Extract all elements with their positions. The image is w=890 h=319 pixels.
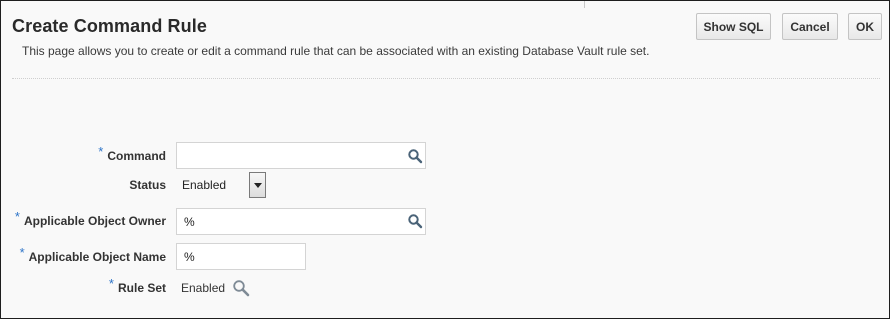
command-label: * Command [98,144,166,163]
rule-set-label-text: Rule Set [117,281,166,295]
status-label-text: Status [129,178,166,192]
show-sql-button[interactable]: Show SQL [696,13,771,40]
create-command-rule-page: Create Command Rule This page allows you… [0,0,890,319]
section-separator [12,78,880,79]
object-owner-label-text: Applicable Object Owner [23,214,166,228]
rule-set-value: Enabled [181,281,226,295]
object-name-input[interactable] [176,243,306,270]
page-title: Create Command Rule [12,16,207,36]
page-description: This page allows you to create or edit a… [22,44,650,58]
ok-button[interactable]: OK [848,13,882,40]
cancel-button[interactable]: Cancel [782,13,838,40]
search-icon[interactable] [407,148,423,164]
chevron-down-icon[interactable] [249,172,266,198]
required-marker: * [19,245,25,260]
required-marker: * [108,276,114,291]
command-input[interactable] [176,142,426,169]
required-marker: * [14,209,20,224]
search-icon[interactable] [407,213,423,229]
object-name-label: * Applicable Object Name [20,245,166,264]
rule-set-label: * Rule Set [109,276,166,295]
object-owner-label: * Applicable Object Owner [15,209,166,228]
command-label-text: Command [107,149,166,163]
status-label: Status [129,178,166,192]
required-marker: * [98,144,104,159]
status-selected-value: Enabled [182,178,227,192]
object-owner-input[interactable] [176,208,426,235]
object-name-label-text: Applicable Object Name [28,250,166,264]
header-divider [584,1,585,8]
status-select[interactable]: Enabled [176,172,266,198]
search-icon[interactable] [232,279,250,297]
